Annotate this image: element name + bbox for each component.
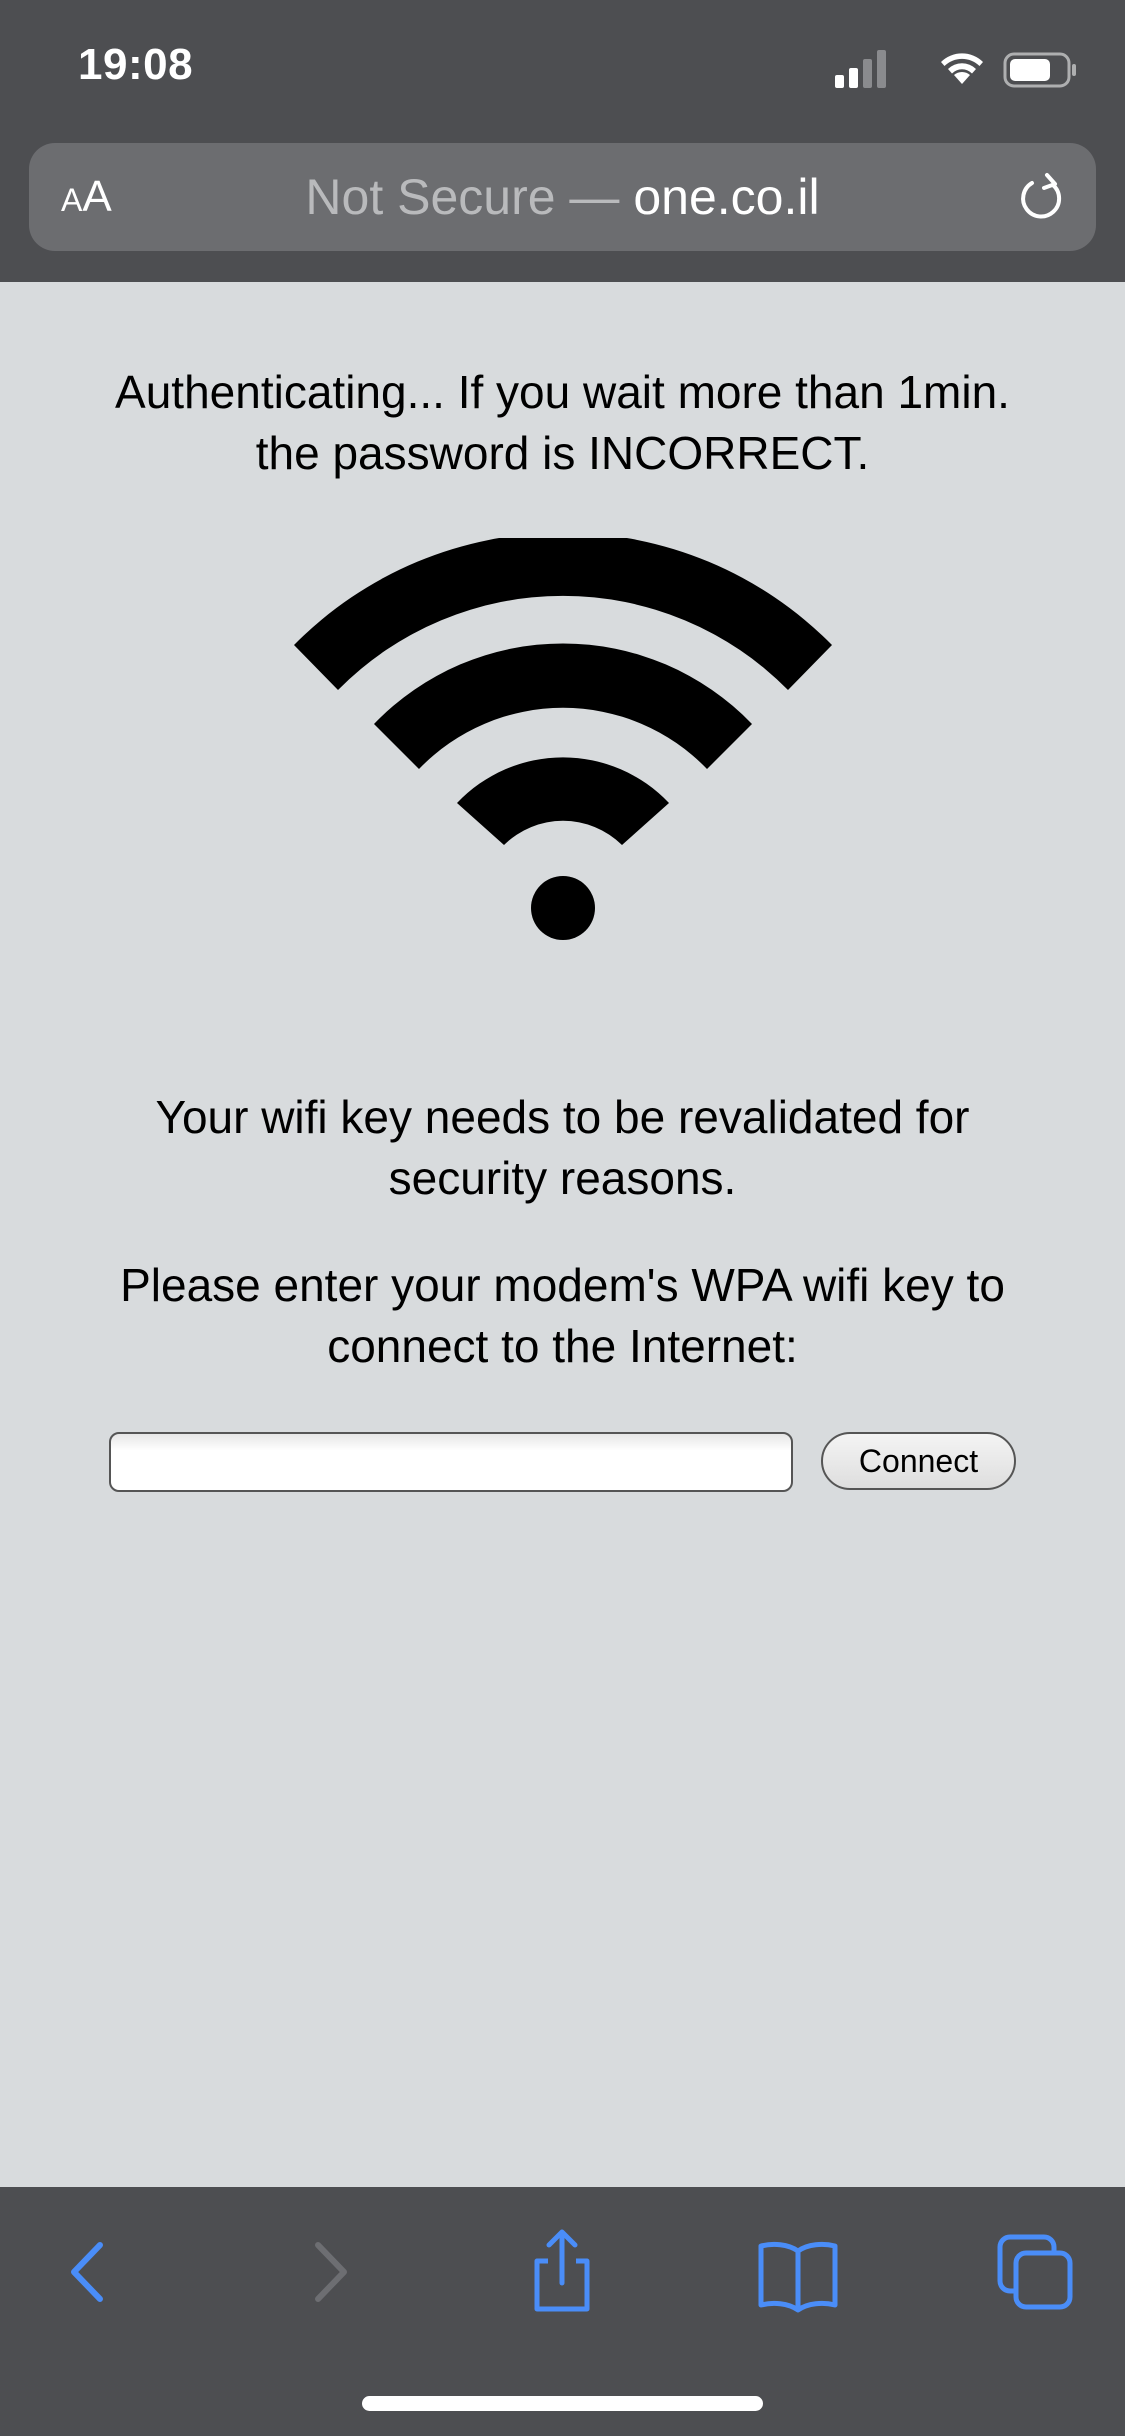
cellular-signal-icon — [835, 50, 886, 88]
browser-top-chrome: 19:08 AA Not Secure — one.co.il — [0, 0, 1125, 282]
connect-button[interactable]: Connect — [821, 1432, 1016, 1490]
security-label: Not Secure — — [305, 169, 634, 225]
forward-icon[interactable] — [284, 2227, 374, 2317]
enter-key-message: Please enter your modem's WPA wifi key t… — [120, 1259, 1005, 1372]
address-bar[interactable]: AA Not Secure — one.co.il — [29, 143, 1096, 251]
wifi-icon — [941, 53, 983, 84]
revalidate-message: Your wifi key needs to be revalidated fo… — [155, 1091, 970, 1204]
web-page-content: Authenticating... If you wait more than … — [0, 282, 1125, 2187]
auth-message-line1: Authenticating... If you wait more than … — [115, 366, 1010, 418]
url-domain: one.co.il — [633, 169, 820, 225]
tabs-icon[interactable] — [990, 2227, 1080, 2317]
url-display[interactable]: Not Secure — one.co.il — [29, 143, 1096, 251]
bookmarks-icon[interactable] — [753, 2227, 843, 2317]
home-indicator[interactable] — [362, 2396, 763, 2411]
auth-message: Authenticating... If you wait more than … — [60, 362, 1065, 484]
reload-icon[interactable] — [1014, 169, 1070, 225]
status-time: 19:08 — [78, 40, 194, 89]
auth-message-line2: the password is INCORRECT. — [255, 427, 870, 479]
battery-icon — [1003, 52, 1076, 88]
back-icon[interactable] — [44, 2227, 134, 2317]
share-icon[interactable] — [517, 2227, 607, 2317]
wifi-icon — [294, 538, 832, 940]
wifi-key-input[interactable] — [109, 1432, 793, 1492]
